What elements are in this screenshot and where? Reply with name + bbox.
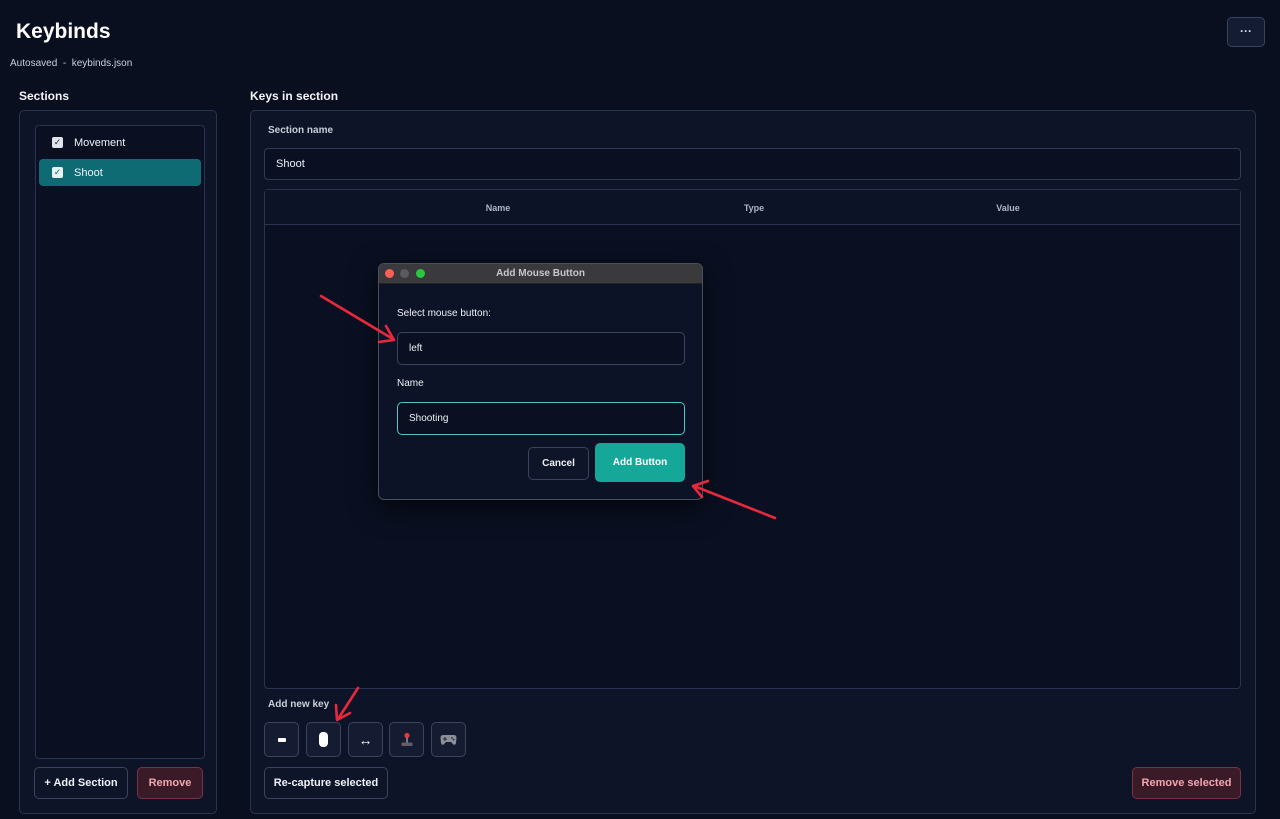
cancel-button[interactable]: Cancel [528, 447, 589, 480]
name-label: Name [397, 378, 424, 389]
checkbox-icon[interactable]: ✓ [52, 137, 63, 148]
checkbox-icon[interactable]: ✓ [52, 167, 63, 178]
add-new-key-label: Add new key [268, 699, 330, 710]
gamepad-icon [440, 735, 457, 745]
select-mouse-button-label: Select mouse button: [397, 308, 491, 319]
axis-icon: ↔ [358, 731, 373, 748]
section-name-input[interactable]: Shoot [264, 148, 1241, 180]
keyboard-key-icon [277, 737, 286, 742]
add-axis-button[interactable]: ↔ [348, 722, 383, 757]
section-name-label: Section name [268, 125, 334, 136]
section-item-movement[interactable]: ✓ Movement [39, 129, 201, 156]
dialog-title: Add Mouse Button [496, 268, 585, 279]
joystick-icon [401, 732, 412, 746]
section-item-shoot[interactable]: ✓ Shoot [39, 159, 201, 186]
remove-selected-button[interactable]: Remove selected [1132, 767, 1241, 799]
section-item-label: Shoot [74, 166, 103, 179]
add-mouse-button-dialog: Add Mouse Button Select mouse button: le… [378, 263, 703, 500]
dialog-titlebar[interactable]: Add Mouse Button [379, 264, 702, 284]
column-header-name[interactable]: Name [486, 203, 511, 213]
name-input[interactable]: Shooting [397, 402, 685, 435]
sections-list: ✓ Movement ✓ Shoot [35, 125, 205, 759]
add-gamepad-button[interactable] [431, 722, 466, 757]
recapture-selected-button[interactable]: Re-capture selected [264, 767, 388, 799]
table-header: Name Type Value [265, 190, 1240, 225]
add-button-button[interactable]: Add Button [595, 443, 685, 482]
add-mouse-button-button[interactable] [306, 722, 341, 757]
section-item-label: Movement [74, 136, 126, 149]
autosave-status: Autosaved - keybinds.json [10, 58, 133, 69]
sections-panel: ✓ Movement ✓ Shoot [19, 110, 217, 814]
column-header-value[interactable]: Value [996, 203, 1020, 213]
keys-heading: Keys in section [250, 89, 339, 103]
mouse-button-select[interactable]: left [397, 332, 685, 365]
sections-heading: Sections [19, 89, 70, 103]
add-section-button[interactable]: + Add Section [34, 767, 128, 799]
more-options-button[interactable]: ··· [1227, 17, 1265, 47]
remove-section-button[interactable]: Remove [137, 767, 203, 799]
add-keyboard-key-button[interactable] [264, 722, 299, 757]
add-joystick-button[interactable] [389, 722, 424, 757]
mouse-icon [319, 732, 328, 747]
column-header-type[interactable]: Type [744, 203, 764, 213]
page-title: Keybinds [16, 20, 111, 43]
